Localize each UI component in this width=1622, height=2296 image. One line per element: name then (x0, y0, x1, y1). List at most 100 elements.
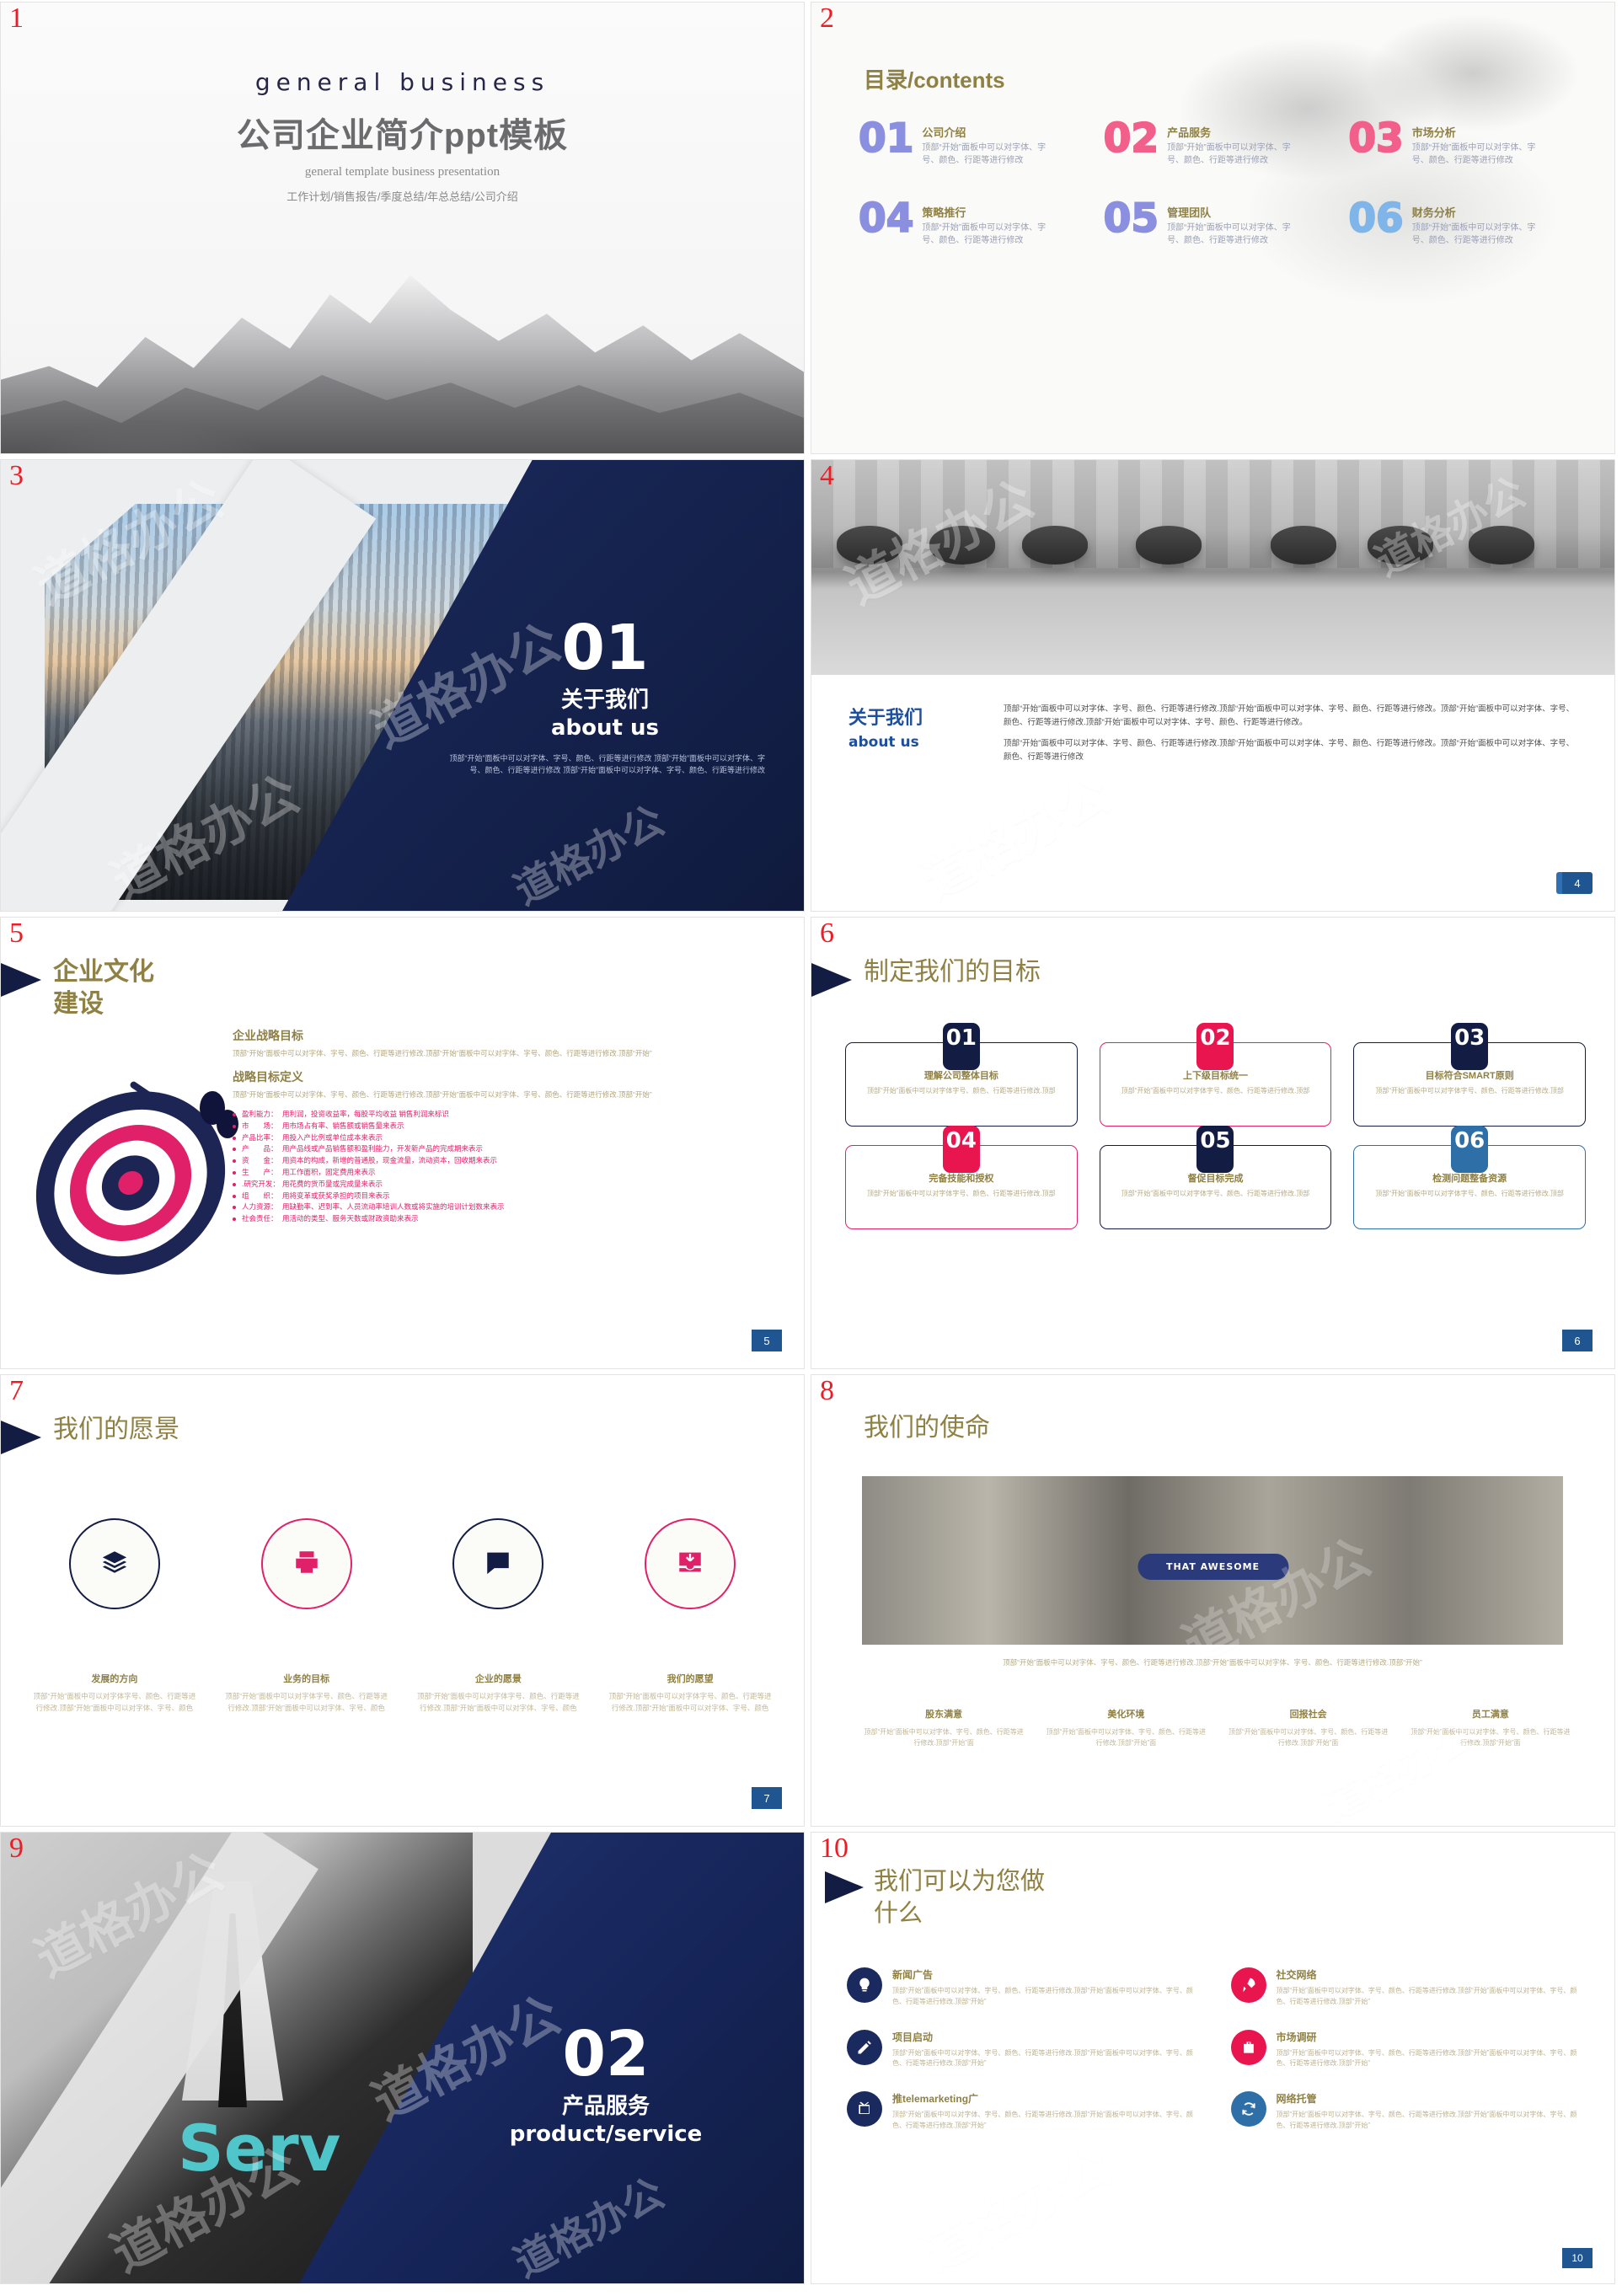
slide4-title-en: about us (848, 734, 919, 751)
toc-item-03[interactable]: 03 市场分析 顶部“开始”面板中可以对字体、字号、颜色、行距等进行修改 (1347, 115, 1583, 167)
toc-desc: 顶部“开始”面板中可以对字体、字号、颜色、行距等进行修改 (1411, 223, 1536, 245)
list-item: 产品比率： 用投入产比例或单位成本来表示 (233, 1132, 790, 1144)
toc-desc: 顶部“开始”面板中可以对字体、字号、颜色、行距等进行修改 (922, 223, 1047, 245)
page-badge: 7 (752, 1787, 782, 1809)
slide-6[interactable]: 制定我们的目标 01 理解公司整体目标 顶部“开始”面板中可以对字体字号、颜色、… (811, 917, 1615, 1369)
arrow-icon (1, 963, 41, 997)
goal-number-tag: 06 (1451, 1126, 1489, 1173)
service-title: 新闻广告 (892, 1969, 934, 1981)
section-desc: 顶部“开始”面板中可以对字体、字号、颜色、行距等进行修改 顶部“开始”面板中可以… (449, 754, 766, 775)
awesome-pill-badge: THAT AWESOME (1137, 1554, 1289, 1580)
goal-card-2[interactable]: 02 上下级目标统一 顶部“开始”面板中可以对字体字号、颜色、行距等进行修改.顶… (1099, 1023, 1332, 1127)
slide-1[interactable]: general business 公司企业简介ppt模板 general tem… (0, 2, 805, 454)
page-badge: 6 (1562, 1330, 1593, 1351)
goal-title: 检测问题整备资源 (1432, 1174, 1507, 1184)
service-item-4[interactable]: 市场调研 顶部“开始”面板中可以对字体、字号、颜色、行距等进行修改.顶部“开始”… (1230, 2029, 1587, 2070)
slide-8[interactable]: 我们的使命 THAT AWESOME 顶部“开始”面板中可以对字体、字号、颜色、… (811, 1374, 1615, 1827)
service-item-6[interactable]: 网络托管 顶部“开始”面板中可以对字体、字号、颜色、行距等进行修改.顶部“开始”… (1230, 2091, 1587, 2132)
slide1-chinese-title: 公司企业简介ppt模板 (236, 117, 569, 154)
goal-desc: 顶部“开始”面板中可以对字体字号、颜色、行距等进行修改.顶部 (1375, 1087, 1564, 1094)
vision-item-2[interactable]: 业务的目标 顶部“开始”面板中可以对字体字号、颜色、行距等进行修改.顶部“开始”… (218, 1518, 395, 1714)
goal-cards-grid: 01 理解公司整体目标 顶部“开始”面板中可以对字体字号、颜色、行距等进行修改.… (845, 1023, 1586, 1229)
decorative-word: Serv (178, 2111, 341, 2186)
goal-card-3[interactable]: 03 目标符合SMART原则 顶部“开始”面板中可以对字体字号、颜色、行距等进行… (1353, 1023, 1586, 1127)
slide-number: 6 (820, 918, 834, 949)
chat-icon (484, 1548, 512, 1581)
service-title: 项目启动 (892, 2031, 934, 2043)
slide6-title: 制定我们的目标 (864, 958, 1041, 986)
goal-number-tag: 03 (1451, 1023, 1489, 1070)
vision-label: 业务的目标 (283, 1674, 330, 1684)
mission-desc: 顶部“开始”面板中可以对字体、字号、颜色、行距等进行修改.顶部“开始”面 (1046, 1728, 1207, 1747)
goal-card-6[interactable]: 06 检测问题整备资源 顶部“开始”面板中可以对字体字号、颜色、行距等进行修改.… (1353, 1126, 1586, 1229)
toc-title: 公司介绍 (922, 126, 966, 139)
corner-bracket-icon (736, 479, 782, 524)
toc-desc: 顶部“开始”面板中可以对字体、字号、颜色、行距等进行修改 (922, 143, 1047, 165)
printer-icon (292, 1548, 321, 1581)
toc-number: 03 (1347, 115, 1404, 162)
service-item-2[interactable]: 社交网络 顶部“开始”面板中可以对字体、字号、颜色、行距等进行修改.顶部“开始”… (1230, 1967, 1587, 2008)
goal-title: 督促目标完成 (1187, 1174, 1244, 1184)
slide-number: 3 (9, 460, 24, 491)
list-item: 生 产： 用工作面积，固定费用来表示 (233, 1167, 790, 1179)
list-item: 资 金： 用资本的构成，新增的普通股，现金流量，流动资本，回收期来表示 (233, 1155, 790, 1167)
list-item: 组 织： 用将变革或获奖承担的项目来表示 (233, 1191, 790, 1202)
toc-item-02[interactable]: 02 产品服务 顶部“开始”面板中可以对字体、字号、颜色、行距等进行修改 (1103, 118, 1339, 167)
vision-desc: 顶部“开始”面板中可以对字体字号、颜色、行距等进行修改.顶部“开始”面板中可以对… (225, 1692, 388, 1712)
pencil-icon (847, 2029, 882, 2065)
section-number: 01 (561, 612, 649, 684)
slide-10[interactable]: 我们可以为您做 什么 新闻广告 顶部“开始”面板中可以对字体、字号、颜色、行距等… (811, 1832, 1615, 2284)
vision-label: 发展的方向 (91, 1674, 138, 1684)
slide-7[interactable]: 我们的愿景 发展的方向 顶部“开始”面板中可以对字体字号、颜色、行距等进行修改.… (0, 1374, 805, 1827)
toc-desc: 顶部“开始”面板中可以对字体、字号、颜色、行距等进行修改 (1167, 223, 1291, 245)
slide5-paragraph-2: 顶部“开始”面板中可以对字体、字号、颜色、行距等进行修改.顶部“开始”面板中可以… (233, 1089, 652, 1099)
goal-title: 上下级目标统一 (1182, 1071, 1248, 1081)
vision-item-3[interactable]: 企业的愿景 顶部“开始”面板中可以对字体字号、颜色、行距等进行修改.顶部“开始”… (410, 1518, 587, 1714)
slide7-heading: 我们的愿景 (1, 1414, 179, 1454)
slide-number: 4 (820, 460, 834, 491)
slide-5[interactable]: 企业文化 建设 企业战略目标 顶部“开始”面板中可以对字体、字号、颜色、行距等进… (0, 917, 805, 1369)
mission-desc: 顶部“开始”面板中可以对字体、字号、颜色、行距等进行修改.顶部“开始”面 (1228, 1728, 1389, 1747)
goal-title: 完备技能和授权 (929, 1174, 994, 1184)
rocket-icon (1230, 1967, 1266, 2003)
page-badge: 5 (752, 1330, 782, 1351)
vision-circle (645, 1518, 736, 1609)
service-item-3[interactable]: 项目启动 顶部“开始”面板中可以对字体、字号、颜色、行距等进行修改.顶部“开始”… (847, 2029, 1202, 2070)
service-item-5[interactable]: 推telemarketing广 顶部“开始”面板中可以对字体、字号、颜色、行距等… (847, 2091, 1202, 2132)
slide-9[interactable]: Serv 02 产品服务 product/service 道格办公 道格办公 道… (0, 1832, 805, 2284)
chair-icon (1368, 526, 1433, 565)
goal-card-1[interactable]: 01 理解公司整体目标 顶部“开始”面板中可以对字体字号、颜色、行距等进行修改.… (845, 1023, 1078, 1127)
goal-card-4[interactable]: 04 完备技能和授权 顶部“开始”面板中可以对字体字号、颜色、行距等进行修改.顶… (845, 1126, 1078, 1229)
toc-number: 05 (1103, 195, 1159, 242)
vision-desc: 顶部“开始”面板中可以对字体字号、颜色、行距等进行修改.顶部“开始”面板中可以对… (33, 1692, 196, 1712)
list-item: 盈利能力： 用利润，投资收益率，每股平均收益 销售利润来标识 (233, 1109, 790, 1121)
section-title-en: product/service (509, 2122, 703, 2147)
arrow-icon (825, 1871, 864, 1903)
toc-item-06[interactable]: 06 财务分析 顶部“开始”面板中可以对字体、字号、颜色、行距等进行修改 (1347, 198, 1583, 247)
slide-2[interactable]: 目录/contents 01 公司介绍 顶部“开始”面板中可以对字体、字号、颜色… (811, 2, 1615, 454)
vision-item-4[interactable]: 我们的愿望 顶部“开始”面板中可以对字体字号、颜色、行距等进行修改.顶部“开始”… (602, 1518, 779, 1714)
service-item-1[interactable]: 新闻广告 顶部“开始”面板中可以对字体、字号、颜色、行距等进行修改.顶部“开始”… (847, 1967, 1202, 2008)
chair-icon (1271, 526, 1336, 565)
meeting-room-photo (811, 460, 1614, 675)
slide-4[interactable]: 关于我们 about us 顶部“开始”面板中可以对字体、字号、颜色、行距等进行… (811, 459, 1615, 912)
slide5-title-line1: 企业文化 (53, 958, 154, 986)
slide-3[interactable]: 01 关于我们 about us 顶部“开始”面板中可以对字体、字号、颜色、行距… (0, 459, 805, 912)
slide6-heading: 制定我们的目标 (811, 956, 1041, 997)
goal-desc: 顶部“开始”面板中可以对字体字号、颜色、行距等进行修改.顶部 (1121, 1087, 1310, 1094)
inbox-icon (676, 1548, 704, 1581)
toc-item-05[interactable]: 05 管理团队 顶部“开始”面板中可以对字体、字号、颜色、行距等进行修改 (1103, 195, 1339, 247)
slide1-english-title: general business (254, 68, 550, 96)
list-item: 产 品： 用产品线或产品销售额和盈利能力，开发新产品的完成期来表示 (233, 1143, 790, 1155)
mission-desc: 顶部“开始”面板中可以对字体、字号、颜色、行距等进行修改.顶部“开始”面 (864, 1728, 1024, 1747)
goal-card-5[interactable]: 05 督促目标完成 顶部“开始”面板中可以对字体字号、颜色、行距等进行修改.顶部 (1099, 1126, 1332, 1229)
toc-item-01[interactable]: 01 公司介绍 顶部“开始”面板中可以对字体、字号、颜色、行距等进行修改 (858, 118, 1094, 167)
service-desc: 顶部“开始”面板中可以对字体、字号、颜色、行距等进行修改.顶部“开始”面板中可以… (892, 1987, 1193, 2005)
goal-desc: 顶部“开始”面板中可以对字体字号、颜色、行距等进行修改.顶部 (867, 1087, 1056, 1094)
slide8-caption: 顶部“开始”面板中可以对字体、字号、颜色、行距等进行修改.顶部“开始”面板中可以… (1003, 1658, 1422, 1667)
vision-item-1[interactable]: 发展的方向 顶部“开始”面板中可以对字体字号、颜色、行距等进行修改.顶部“开始”… (26, 1518, 203, 1714)
slide10-title-line1: 我们可以为您做 (874, 1868, 1046, 1895)
toc-item-04[interactable]: 04 策略推行 顶部“开始”面板中可以对字体、字号、颜色、行距等进行修改 (858, 198, 1094, 247)
mission-desc: 顶部“开始”面板中可以对字体、字号、颜色、行距等进行修改.顶部“开始”面 (1411, 1728, 1571, 1747)
vision-circle (68, 1518, 160, 1609)
